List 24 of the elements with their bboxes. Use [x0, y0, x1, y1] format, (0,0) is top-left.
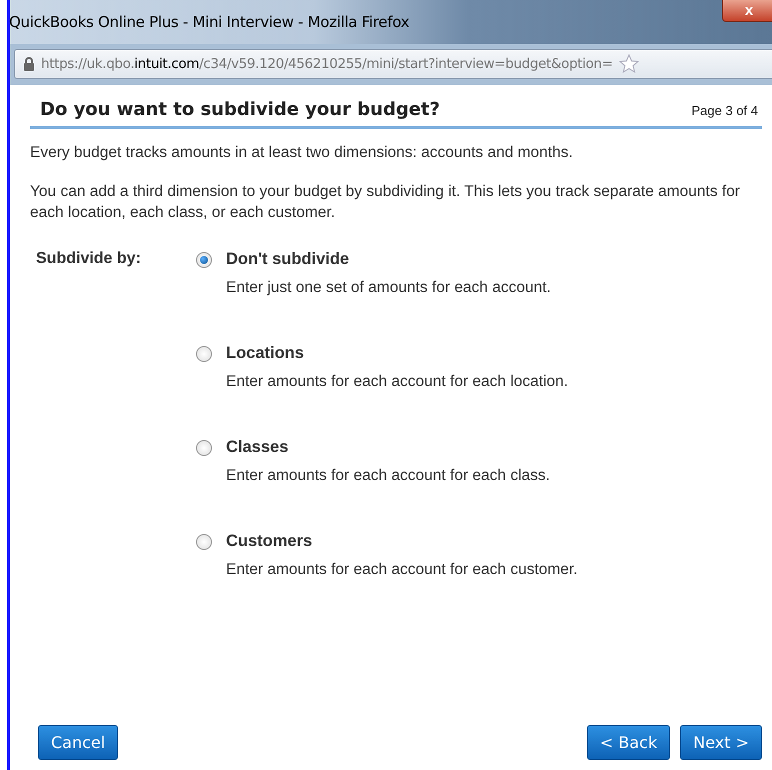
radio-button[interactable] — [196, 346, 212, 362]
option-description: Enter amounts for each account for each location. — [226, 373, 570, 391]
address-bar[interactable]: https://uk.qbo.intuit.com/c34/v59.120/456210255/mini/start?interview=budget&option= — [14, 49, 772, 79]
intro-paragraph: You can add a third dimension to your budget by subdividing it. This lets you track separate amounts for each location, each class, or each customer. — [30, 182, 741, 223]
option-label[interactable]: Customers — [226, 532, 762, 551]
cancel-button[interactable]: Cancel — [38, 725, 118, 760]
url-text: https://uk.qbo.intuit.com/c34/v59.120/456210255/mini/start?interview=budget&option= — [41, 56, 613, 72]
page-heading: Do you want to subdivide your budget? — [40, 99, 440, 120]
option-label[interactable]: Locations — [226, 344, 762, 363]
intro-paragraph: Every budget tracks amounts in at least two dimensions: accounts and months. — [30, 143, 574, 163]
radio-button[interactable] — [196, 534, 212, 550]
page-indicator: Page 3 of 4 — [692, 103, 758, 118]
option-description: Enter amounts for each account for each customer. — [226, 561, 579, 579]
radio-button[interactable] — [196, 252, 212, 268]
subdivide-label: Subdivide by: — [36, 250, 142, 268]
option-description: Enter just one set of amounts for each account. — [226, 279, 552, 297]
next-button[interactable]: Next > — [680, 725, 762, 760]
radio-button[interactable] — [196, 440, 212, 456]
back-button[interactable]: < Back — [586, 725, 670, 760]
option-label[interactable]: Don't subdivide — [226, 250, 762, 269]
star-icon[interactable] — [618, 54, 639, 74]
option-description: Enter amounts for each account for each class. — [226, 467, 551, 485]
lock-icon — [23, 57, 35, 71]
option-label[interactable]: Classes — [226, 438, 762, 457]
